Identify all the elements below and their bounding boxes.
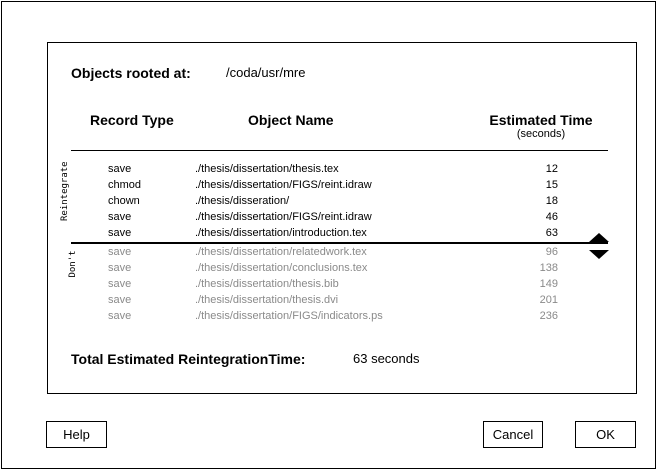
record-type-cell: save [108, 246, 132, 258]
record-type-cell: save [108, 294, 132, 306]
column-header-object-name: Object Name [248, 112, 334, 128]
record-type-cell: save [108, 163, 132, 175]
object-name-cell: ./thesis/disseration/ [195, 195, 290, 207]
record-type-cell: save [108, 310, 132, 322]
estimated-time-cell: 63 [545, 227, 558, 239]
total-estimated-time-label: Total Estimated ReintegrationTime: [71, 351, 306, 367]
object-name-cell: ./thesis/dissertation/FIGS/reint.idraw [195, 211, 372, 223]
record-type-cell: save [108, 211, 132, 223]
objects-rooted-label: Objects rooted at: [71, 65, 191, 81]
column-header-estimated-time-unit: (seconds) [516, 128, 566, 140]
record-type-cell: save [108, 262, 132, 274]
reintegration-split-line[interactable] [71, 242, 608, 244]
record-type-cell: chown [108, 195, 140, 207]
objects-rooted-path: /coda/usr/mre [226, 65, 306, 80]
group-label-reintegrate: Reintegrate [60, 161, 70, 221]
header-divider [71, 150, 608, 151]
estimated-time-cell: 149 [539, 278, 558, 290]
reintegration-panel: Objects rooted at: /coda/usr/mre Record … [47, 42, 637, 394]
object-name-cell: ./thesis/dissertation/conclusions.tex [195, 262, 368, 274]
object-name-cell: ./thesis/dissertation/FIGS/indicators.ps [195, 310, 383, 322]
estimated-time-cell: 12 [545, 163, 558, 175]
object-name-cell: ./thesis/dissertation/relatedwork.tex [195, 246, 367, 258]
column-header-record-type: Record Type [90, 112, 174, 128]
estimated-time-cell: 236 [539, 310, 558, 322]
object-name-cell: ./thesis/dissertation/FIGS/reint.idraw [195, 179, 372, 191]
ok-button[interactable]: OK [575, 421, 636, 448]
estimated-time-cell: 46 [545, 211, 558, 223]
help-button[interactable]: Help [46, 421, 107, 448]
estimated-time-cell: 96 [545, 246, 558, 258]
up-down-arrows-icon[interactable] [588, 231, 610, 261]
total-estimated-time-value: 63 seconds [353, 351, 420, 366]
record-type-cell: save [108, 278, 132, 290]
estimated-time-cell: 15 [545, 179, 558, 191]
estimated-time-cell: 138 [539, 262, 558, 274]
object-name-cell: ./thesis/dissertation/thesis.tex [195, 163, 339, 175]
estimated-time-cell: 18 [545, 195, 558, 207]
estimated-time-cell: 201 [539, 294, 558, 306]
record-type-cell: chmod [108, 179, 142, 191]
reintegration-dialog: Objects rooted at: /coda/usr/mre Record … [1, 1, 656, 469]
cancel-button[interactable]: Cancel [483, 421, 543, 448]
object-name-cell: ./thesis/dissertation/introduction.tex [195, 227, 367, 239]
object-name-cell: ./thesis/dissertation/thesis.bib [195, 278, 339, 290]
record-type-cell: save [108, 227, 132, 239]
column-header-estimated-time: Estimated Time [489, 112, 593, 128]
group-label-dont: Don't [68, 250, 78, 278]
object-name-cell: ./thesis/dissertation/thesis.dvi [195, 294, 339, 306]
column-header-estimated-time-block: Estimated Time (seconds) [481, 112, 601, 140]
